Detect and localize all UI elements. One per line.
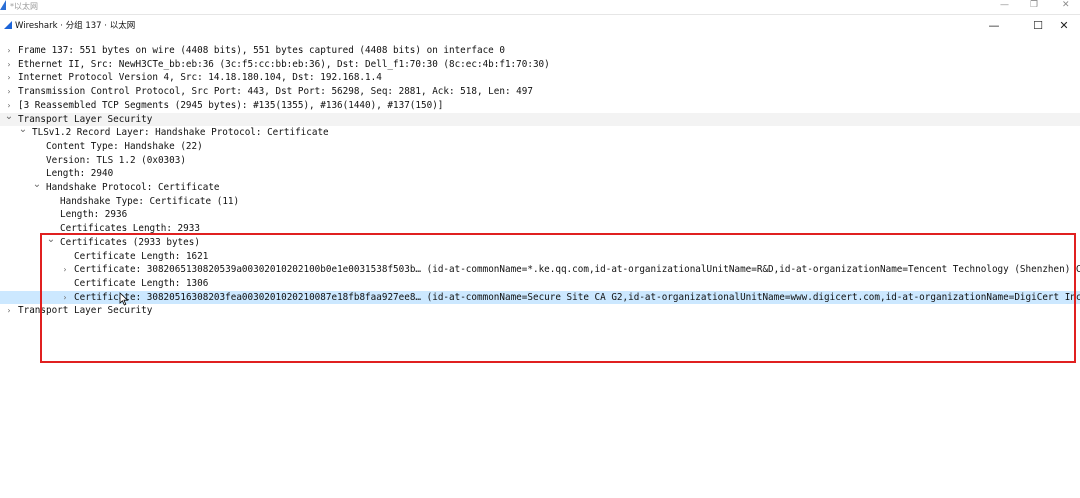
tree-row-label: Transport Layer Security	[18, 305, 153, 317]
tree-row[interactable]: Certificates Length: 2933	[0, 222, 1080, 236]
tree-row[interactable]: ⌄ Transport Layer Security	[0, 112, 1080, 127]
tree-row-label: Ethernet II, Src: NewH3CTe_bb:eb:36 (3c:…	[18, 58, 550, 70]
tree-row-label: Transmission Control Protocol, Src Port:…	[18, 86, 533, 98]
tree-row-label: [3 Reassembled TCP Segments (2945 bytes)…	[18, 99, 444, 111]
tree-row[interactable]: › Transmission Control Protocol, Src Port…	[0, 85, 1080, 99]
tree-row-label: Handshake Type: Certificate (11)	[60, 195, 240, 207]
tree-row[interactable]: › Ethernet II, Src: NewH3CTe_bb:eb:36 (3c…	[0, 58, 1080, 72]
tree-row[interactable]: ⌄ Certificates (2933 bytes)	[0, 236, 1080, 250]
chevron-right-icon[interactable]: ›	[4, 58, 14, 72]
tree-row-label: Certificates (2933 bytes)	[60, 236, 200, 248]
maximize-button[interactable]: ☐	[1024, 17, 1052, 35]
chevron-right-icon[interactable]: ›	[4, 71, 14, 85]
tree-row-label: Certificate: 3082065130820539a0030201020…	[74, 264, 1080, 276]
tree-row-label: Certificate Length: 1306	[74, 277, 209, 289]
chevron-right-icon[interactable]: ›	[4, 304, 14, 318]
chevron-right-icon[interactable]: ›	[4, 99, 14, 113]
tree-row[interactable]: Length: 2936	[0, 208, 1080, 222]
tree-row-label: Frame 137: 551 bytes on wire (4408 bits)…	[18, 45, 505, 56]
tree-row[interactable]: › Certificate: 30820516308203fea003020102…	[0, 290, 1080, 305]
tree-row[interactable]: ⌄ Handshake Protocol: Certificate	[0, 181, 1080, 195]
close-button[interactable]: ✕	[1050, 17, 1078, 35]
tree-row[interactable]: › [3 Reassembled TCP Segments (2945 bytes…	[0, 99, 1080, 113]
mouse-cursor-icon	[119, 292, 129, 306]
chevron-right-icon[interactable]: ›	[60, 263, 70, 277]
tree-row-label: Transport Layer Security	[18, 113, 153, 125]
tree-row[interactable]: Content Type: Handshake (22)	[0, 140, 1080, 154]
chevron-down-icon[interactable]: ⌄	[32, 181, 42, 192]
tree-row[interactable]: › Certificate: 3082065130820539a003020102…	[0, 263, 1080, 277]
tree-row[interactable]: › Frame 137: 551 bytes on wire (4408 bits…	[0, 44, 1080, 58]
chevron-down-icon[interactable]: ⌄	[46, 236, 56, 247]
background-window-title: *以太网	[10, 2, 38, 11]
bg-minimize-icon[interactable]: —	[1000, 0, 1009, 10]
minimize-button[interactable]: —	[980, 17, 1008, 35]
tree-row-label: Length: 2940	[46, 168, 114, 180]
bg-maximize-icon[interactable]: ❐	[1030, 0, 1038, 10]
wireshark-app-icon	[4, 21, 12, 29]
packet-details-tree[interactable]: › Frame 137: 551 bytes on wire (4408 bits…	[0, 44, 1080, 498]
tree-row-label: Version: TLS 1.2 (0x0303)	[46, 154, 186, 166]
window-title: Wireshark · 分组 137 · 以太网	[15, 21, 136, 31]
tree-row[interactable]: Certificate Length: 1306	[0, 277, 1080, 291]
tree-row-label: Certificates Length: 2933	[60, 223, 200, 235]
tree-row[interactable]: › Internet Protocol Version 4, Src: 14.18…	[0, 71, 1080, 85]
tree-row[interactable]: › Transport Layer Security	[0, 304, 1080, 318]
tree-row[interactable]: ⌄ TLSv1.2 Record Layer: Handshake Protoco…	[0, 126, 1080, 140]
chevron-down-icon[interactable]: ⌄	[18, 126, 28, 137]
tree-row[interactable]: Version: TLS 1.2 (0x0303)	[0, 154, 1080, 168]
chevron-down-icon[interactable]: ⌄	[4, 113, 14, 124]
tree-row-label: Handshake Protocol: Certificate	[46, 182, 220, 193]
tree-row-label: Certificate Length: 1621	[74, 250, 209, 262]
tree-row-label: TLSv1.2 Record Layer: Handshake Protocol…	[32, 127, 329, 139]
chevron-right-icon[interactable]: ›	[60, 291, 70, 305]
background-window-titlebar: *以太网 — ❐ ✕	[0, 0, 1080, 15]
tree-row-label: Certificate: 30820516308203fea0030201020…	[74, 291, 1080, 303]
tree-row[interactable]: Certificate Length: 1621	[0, 250, 1080, 264]
tree-row-label: Length: 2936	[60, 209, 128, 221]
wireshark-fin-icon	[0, 0, 6, 10]
tree-row[interactable]: Length: 2940	[0, 167, 1080, 181]
chevron-right-icon[interactable]: ›	[4, 44, 14, 58]
tree-row-label: Content Type: Handshake (22)	[46, 140, 203, 152]
tree-row[interactable]: Handshake Type: Certificate (11)	[0, 195, 1080, 209]
window-titlebar: Wireshark · 分组 137 · 以太网 — ☐ ✕	[0, 15, 1080, 37]
chevron-right-icon[interactable]: ›	[4, 85, 14, 99]
tree-row-label: Internet Protocol Version 4, Src: 14.18.…	[18, 72, 382, 84]
bg-close-icon[interactable]: ✕	[1062, 0, 1070, 10]
